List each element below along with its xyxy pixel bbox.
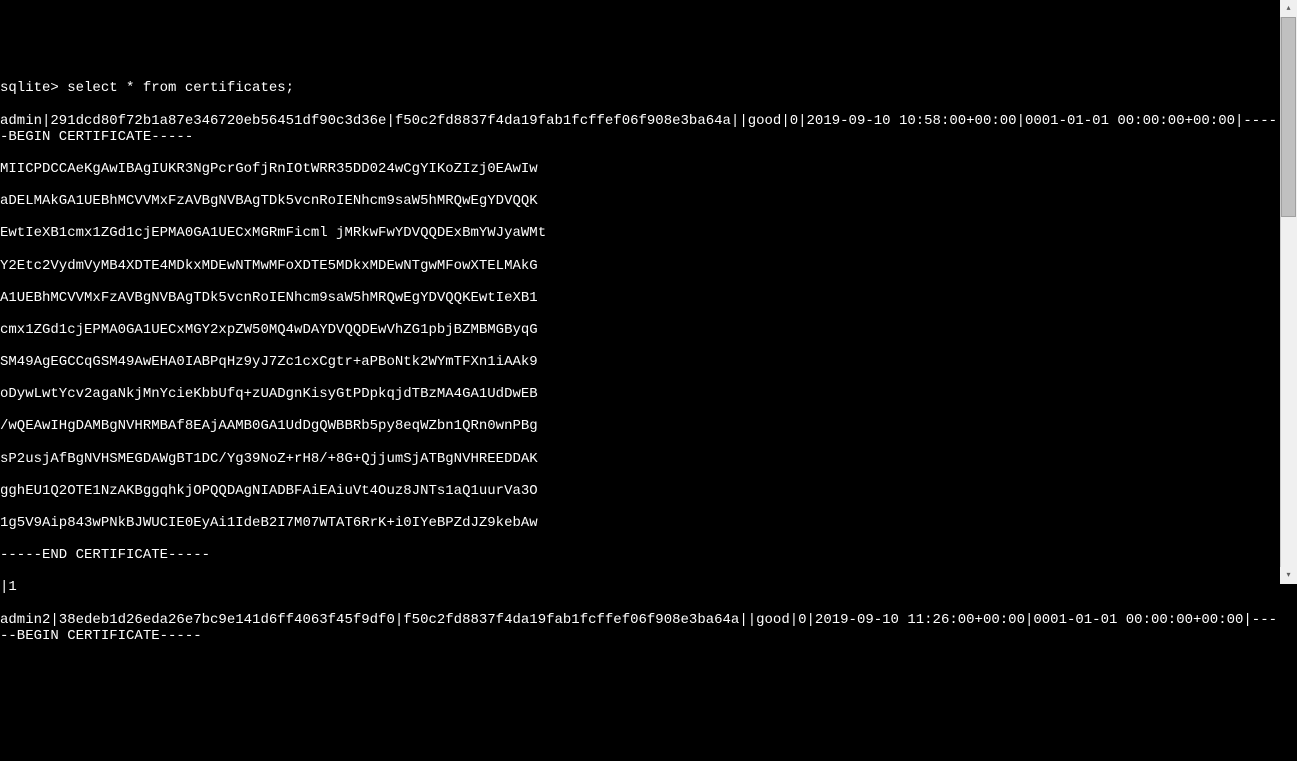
row2-meta: admin2|38edeb1d26eda26e7bc9e141d6ff4063f… (0, 612, 1280, 644)
cert1-line: MIICPDCCAeKgAwIBAgIUKR3NgPcrGofjRnIOtWRR… (0, 161, 1280, 177)
cert1-line: Y2Etc2VydmVyMB4XDTE4MDkxMDEwNTMwMFoXDTE5… (0, 258, 1280, 274)
scrollbar-track[interactable]: ▴ ▾ (1280, 0, 1297, 584)
cert1-line: oDywLwtYcv2agaNkjMnYcieKbbUfq+zUADgnKisy… (0, 386, 1280, 402)
terminal-output[interactable]: sqlite> select * from certificates; admi… (0, 64, 1280, 648)
cert1-line: aDELMAkGA1UEBhMCVVMxFzAVBgNVBAgTDk5vcnRo… (0, 193, 1280, 209)
cert1-line: SM49AgEGCCqGSM49AwEHA0IABPqHz9yJ7Zc1cxCg… (0, 354, 1280, 370)
cert1-line: sP2usjAfBgNVHSMEGDAWgBT1DC/Yg39NoZ+rH8/+… (0, 451, 1280, 467)
cert1-line: 1g5V9Aip843wPNkBJWUCIE0EyAi1IdeB2I7M07WT… (0, 515, 1280, 531)
cert1-line: gghEU1Q2OTE1NzAKBggqhkjOPQQDAgNIADBFAiEA… (0, 483, 1280, 499)
cert1-line: A1UEBhMCVVMxFzAVBgNVBAgTDk5vcnRoIENhcm9s… (0, 290, 1280, 306)
cert1-line: cmx1ZGd1cjEPMA0GA1UECxMGY2xpZW50MQ4wDAYD… (0, 322, 1280, 338)
cert1-end: -----END CERTIFICATE----- (0, 547, 1280, 563)
scrollbar-arrow-down-icon[interactable]: ▾ (1280, 567, 1297, 584)
cert1-line: /wQEAwIHgDAMBgNVHRMBAf8EAjAAMB0GA1UdDgQW… (0, 418, 1280, 434)
cert1-line: EwtIeXB1cmx1ZGd1cjEPMA0GA1UECxMGRmFicml … (0, 225, 1280, 241)
row1-meta: admin|291dcd80f72b1a87e346720eb56451df90… (0, 113, 1280, 145)
scrollbar-arrow-up-icon[interactable]: ▴ (1280, 0, 1297, 17)
row1-tail: |1 (0, 579, 1280, 595)
scrollbar-thumb[interactable] (1281, 17, 1296, 217)
sql-prompt-line: sqlite> select * from certificates; (0, 80, 1280, 96)
